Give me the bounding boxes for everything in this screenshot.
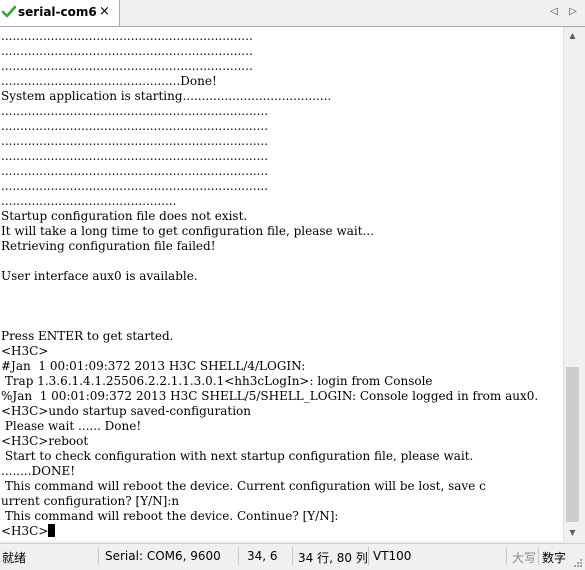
status-bar: 就绪 Serial: COM6, 9600 34, 6 34 行, 80 列 V… [0, 543, 585, 570]
status-terminal-type: VT100 [373, 549, 412, 563]
terminal-line: <H3C> [1, 344, 49, 358]
tab-bar: serial-com6 × ◁ ▷ [0, 0, 585, 27]
status-divider [292, 547, 293, 565]
scroll-down-icon[interactable]: ▼ [564, 524, 581, 541]
terminal-window[interactable]: ........................................… [0, 27, 563, 541]
terminal-output: ........................................… [0, 27, 563, 539]
terminal-line: ........................................… [1, 134, 269, 148]
status-num-lock: 数字 [542, 551, 567, 565]
terminal-line: ........................................… [1, 194, 177, 208]
resize-grip-icon[interactable] [571, 556, 583, 568]
status-port: Serial: COM6, 9600 [105, 549, 221, 563]
close-icon[interactable]: × [99, 4, 110, 20]
terminal-line: It will take a long time to get configur… [1, 224, 374, 238]
terminal-line: Retrieving configuration file failed! [1, 239, 216, 253]
terminal-line: Please wait ...... Done! [1, 419, 142, 433]
terminal-line: This command will reboot the device. Con… [1, 509, 339, 523]
terminal-line: <H3C>undo startup saved-configuration [1, 404, 252, 418]
terminal-line: #Jan 1 00:01:09:372 2013 H3C SHELL/4/LOG… [1, 359, 306, 373]
scroll-up-icon[interactable]: ▲ [564, 27, 581, 44]
tab-label: serial-com6 [18, 5, 97, 19]
tab-serial-com6[interactable]: serial-com6 × [0, 0, 120, 26]
status-divider [368, 547, 369, 565]
status-divider [98, 547, 99, 565]
status-divider [506, 547, 507, 565]
terminal-line: ........................................… [1, 179, 269, 193]
terminal-line: ........................................… [1, 149, 269, 163]
terminal-line: Press ENTER to get started. [1, 329, 174, 343]
terminal-line: <H3C> [1, 524, 563, 539]
status-divider [538, 547, 539, 565]
text-cursor [48, 524, 56, 537]
terminal-line: ........................................… [1, 164, 269, 178]
terminal-line: ........DONE! [1, 464, 76, 478]
scrollbar-thumb[interactable] [566, 367, 579, 522]
previous-tab-icon[interactable]: ◁ [547, 4, 561, 20]
terminal-line: System application is starting..........… [1, 89, 332, 103]
terminal-line: Start to check configuration with next s… [1, 449, 474, 463]
status-ready: 就绪 [2, 551, 27, 565]
terminal-line: Trap 1.3.6.1.4.1.25506.2.2.1.1.3.0.1<hh3… [1, 374, 433, 388]
terminal-line: ........................................… [1, 44, 253, 58]
status-divider [238, 547, 239, 565]
terminal-line: This command will reboot the device. Cur… [1, 479, 486, 493]
next-tab-icon[interactable]: ▷ [566, 4, 580, 20]
terminal-line: urrent configuration? [Y/N]:n [1, 494, 180, 508]
status-cursor-position: 34, 6 [247, 549, 278, 563]
terminal-line: ........................................… [1, 104, 269, 118]
terminal-line: ........................................… [1, 59, 253, 73]
terminal-line: ........................................… [1, 74, 217, 88]
status-dimensions: 34 行, 80 列 [298, 551, 368, 565]
vertical-scrollbar[interactable]: ▲ ▼ [563, 27, 581, 541]
terminal-line: User interface aux0 is available. [1, 269, 198, 283]
status-caps-lock: 大写 [512, 551, 537, 565]
terminal-line: <H3C>reboot [1, 434, 89, 448]
checkmark-icon [2, 5, 16, 18]
terminal-line: Startup configuration file does not exis… [1, 209, 248, 223]
terminal-line: ........................................… [1, 29, 253, 43]
terminal-line: ........................................… [1, 119, 269, 133]
terminal-line: %Jan 1 00:01:09:372 2013 H3C SHELL/5/SHE… [1, 389, 539, 403]
